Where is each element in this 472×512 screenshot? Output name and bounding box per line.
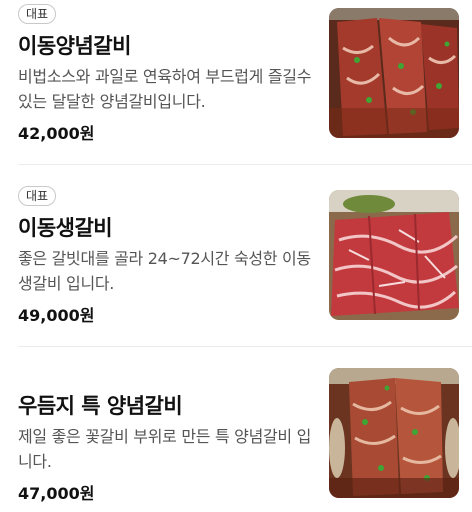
signature-badge: 대표: [18, 186, 57, 206]
raw-galbi-image: [329, 190, 459, 320]
divider: [18, 346, 472, 347]
menu-item-name: 이동생갈비: [18, 216, 113, 240]
menu-item-name: 우듬지 특 양념갈비: [18, 394, 183, 418]
menu-item-price: 47,000원: [18, 484, 95, 503]
menu-item-name: 이동양념갈비: [18, 34, 131, 58]
special-marinated-galbi-photo[interactable]: [329, 368, 459, 498]
menu-list: 대표 이동양념갈비 비법소스와 과일로 연육하여 부드럽게 즐길수있는 달달한 …: [0, 0, 472, 512]
menu-item-special-marinated-galbi[interactable]: 우듬지 특 양념갈비 제일 좋은 꽃갈비 부위로 만든 특 양념갈비 입니다. …: [0, 360, 472, 510]
marinated-galbi-photo[interactable]: [329, 8, 459, 138]
menu-item-marinated-galbi[interactable]: 대표 이동양념갈비 비법소스와 과일로 연육하여 부드럽게 즐길수있는 달달한 …: [0, 0, 472, 150]
menu-item-raw-galbi[interactable]: 대표 이동생갈비 좋은 갈빗대를 골라 24~72시간 숙성한 이동생갈비 입니…: [0, 182, 472, 332]
menu-item-price: 42,000원: [18, 124, 95, 143]
menu-item-description: 제일 좋은 꽃갈비 부위로 만든 특 양념갈비 입니다.: [18, 427, 312, 471]
menu-item-description: 비법소스와 과일로 연육하여 부드럽게 즐길수있는 달달한 양념갈비입니다.: [18, 67, 312, 111]
special-marinated-galbi-image: [329, 368, 459, 498]
marinated-galbi-image: [329, 8, 459, 138]
menu-item-description: 좋은 갈빗대를 골라 24~72시간 숙성한 이동생갈비 입니다.: [18, 249, 311, 293]
menu-item-price: 49,000원: [18, 306, 95, 325]
raw-galbi-photo[interactable]: [329, 190, 459, 320]
signature-badge: 대표: [18, 4, 57, 24]
divider: [18, 164, 472, 165]
